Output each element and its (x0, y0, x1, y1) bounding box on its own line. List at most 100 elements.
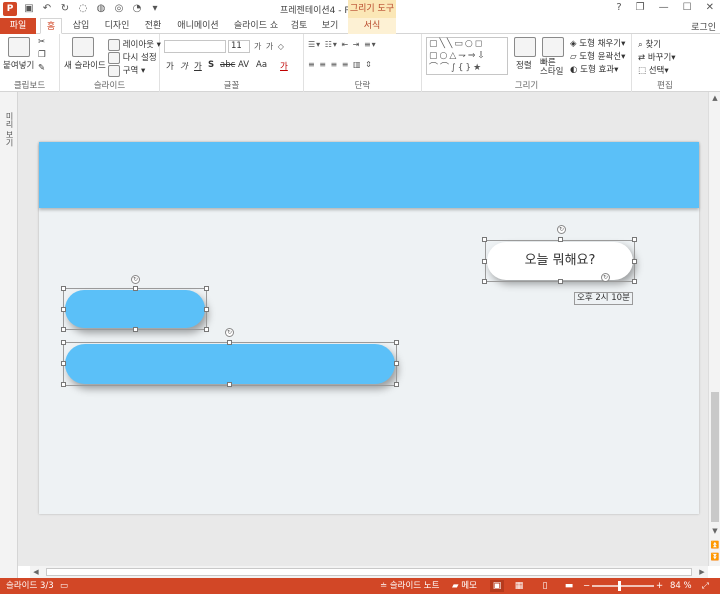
fit-slide-icon[interactable]: ⤢ (702, 578, 709, 594)
shapes-icon[interactable]: ◍ (94, 2, 108, 16)
resize-handle[interactable] (227, 340, 232, 345)
next-slide-icon[interactable]: ⏬ (710, 552, 720, 562)
maximize-icon[interactable]: ☐ (683, 2, 692, 13)
slideshow-view-icon[interactable]: ▬ (562, 580, 576, 592)
resize-handle[interactable] (61, 286, 66, 291)
resize-handle[interactable] (227, 382, 232, 387)
rotate-handle-icon[interactable]: ↻ (225, 328, 234, 337)
resize-handle[interactable] (632, 237, 637, 242)
font-grow-shrink-icon[interactable]: 가 가 ◇ (254, 41, 285, 52)
scroll-left-icon[interactable]: ◀ (30, 566, 42, 578)
paste-label[interactable]: 붙여넣기 (3, 59, 34, 71)
reading-view-icon[interactable]: ▯ (538, 580, 552, 592)
replace-button[interactable]: ⇄ 바꾸기▾ (638, 51, 676, 63)
resize-handle[interactable] (61, 327, 66, 332)
help-icon[interactable]: ? (616, 2, 621, 13)
shadow-button[interactable]: S (208, 60, 214, 70)
zoom-percent[interactable]: 84 % (670, 578, 692, 594)
redo-icon[interactable]: ↻ (58, 2, 72, 16)
normal-view-icon[interactable]: ▣ (490, 580, 504, 592)
format-painter-icon[interactable]: ✎ (38, 63, 45, 73)
find-button[interactable]: ⌕ 찾기 (638, 38, 661, 50)
resize-handle[interactable] (558, 237, 563, 242)
shape-outline-button[interactable]: ▱ 도형 윤곽선▾ (570, 50, 625, 62)
shapes-icon[interactable]: ◎ (112, 2, 126, 16)
tab-file[interactable]: 파일 (0, 18, 36, 34)
tab-home[interactable]: 홈 (40, 18, 62, 34)
resize-handle[interactable] (61, 382, 66, 387)
section-button[interactable]: 구역 ▾ (108, 64, 145, 77)
new-slide-button[interactable] (72, 37, 94, 57)
resize-handle[interactable] (133, 327, 138, 332)
notes-button[interactable]: ≐ 슬라이드 노트 (380, 578, 439, 594)
shape-fill-button[interactable]: ◈ 도형 채우기▾ (570, 37, 625, 49)
timestamp-textbox[interactable]: 오후 2시 10분 (574, 292, 633, 305)
shapes-icon[interactable]: ◌ (76, 2, 90, 16)
horizontal-scroll-thumb[interactable] (46, 568, 692, 576)
rotate-handle-icon[interactable]: ↻ (557, 225, 566, 234)
slide-sorter-icon[interactable]: ▦ (512, 580, 526, 592)
italic-button[interactable]: 가 (180, 60, 188, 72)
resize-handle[interactable] (61, 340, 66, 345)
resize-handle[interactable] (204, 307, 209, 312)
save-icon[interactable]: ▣ (22, 2, 36, 16)
resize-handle[interactable] (61, 307, 66, 312)
resize-handle[interactable] (204, 327, 209, 332)
shapes-icon[interactable]: ◔ (130, 2, 144, 16)
resize-handle[interactable] (394, 382, 399, 387)
shapes-gallery[interactable]: ▢╲╲▭○◻ ▢○△⇁⇒⇩ ⌒⌒∫{}★ (426, 37, 508, 75)
horizontal-scrollbar[interactable]: ◀ ▶ (30, 566, 708, 578)
scroll-up-icon[interactable]: ▲ (710, 93, 720, 103)
slide-canvas[interactable]: 오늘 뭐해요? ↻ 오후 2시 10분 ↻ ↻ ↻ (39, 142, 699, 514)
zoom-slider[interactable] (592, 585, 654, 587)
header-banner-shape[interactable] (39, 142, 699, 208)
resize-handle[interactable] (394, 340, 399, 345)
alignment-icon[interactable]: ≡ ≡ ≡ ≡ ▥ ⇕ (308, 60, 373, 69)
resize-handle[interactable] (632, 259, 637, 264)
font-name-field[interactable] (164, 40, 226, 53)
tab-view[interactable]: 보기 (318, 18, 342, 34)
change-case-button[interactable]: Aa (256, 60, 267, 70)
bold-button[interactable]: 가 (166, 60, 174, 72)
tab-format[interactable]: 서식 (348, 18, 396, 34)
layout-button[interactable]: 레이아웃 ▾ (108, 38, 161, 51)
quick-styles-button[interactable] (542, 37, 564, 57)
underline-button[interactable]: 가 (194, 60, 202, 72)
strikethrough-button[interactable]: abc (220, 60, 235, 70)
bullets-icon[interactable]: ☰▾ ☷▾ ⇤ ⇥ ≡▾ (308, 40, 377, 49)
resize-handle[interactable] (133, 286, 138, 291)
comments-button[interactable]: ▰ 메모 (452, 578, 477, 594)
login-link[interactable]: 로그인 (691, 20, 716, 33)
tab-insert[interactable]: 삽입 (68, 18, 94, 34)
paste-button[interactable] (8, 37, 30, 57)
spellcheck-icon[interactable]: ▭ (60, 578, 68, 594)
scroll-right-icon[interactable]: ▶ (696, 566, 708, 578)
copy-icon[interactable]: ❐ (38, 50, 46, 60)
tab-transitions[interactable]: 전환 (140, 18, 166, 34)
select-button[interactable]: ⬚ 선택▾ (638, 64, 669, 76)
spacing-button[interactable]: AV (238, 60, 249, 70)
tab-animations[interactable]: 애니메이션 (172, 18, 224, 34)
resize-handle[interactable] (394, 361, 399, 366)
tab-design[interactable]: 디자인 (100, 18, 134, 34)
shape-effects-button[interactable]: ◐ 도형 효과▾ (570, 63, 618, 75)
slide-editing-area[interactable]: 오늘 뭐해요? ↻ 오후 2시 10분 ↻ ↻ ↻ (18, 92, 708, 566)
previous-slide-icon[interactable]: ⏫ (710, 540, 720, 550)
resize-handle[interactable] (558, 279, 563, 284)
font-size-field[interactable]: 11 (228, 40, 250, 53)
zoom-out-button[interactable]: − (583, 578, 590, 594)
resize-handle[interactable] (482, 279, 487, 284)
ribbon-display-icon[interactable]: ❐ (636, 2, 645, 13)
zoom-slider-knob[interactable] (618, 581, 621, 591)
vertical-scrollbar[interactable]: ▲ ▼ ⏫ ⏬ (708, 92, 720, 566)
new-slide-label[interactable]: 새 슬라이드 (64, 59, 106, 71)
resize-handle[interactable] (204, 286, 209, 291)
dropdown-icon[interactable]: ▾ (148, 2, 162, 16)
rotate-handle-icon[interactable]: ↻ (131, 275, 140, 284)
rotate-handle-icon[interactable]: ↻ (601, 273, 610, 282)
resize-handle[interactable] (61, 361, 66, 366)
minimize-icon[interactable]: — (659, 2, 669, 13)
slide-thumbnail-pane[interactable]: 미리 보기 (0, 92, 18, 578)
vertical-scroll-thumb[interactable] (711, 392, 719, 522)
reset-button[interactable]: 다시 설정 (108, 51, 157, 64)
